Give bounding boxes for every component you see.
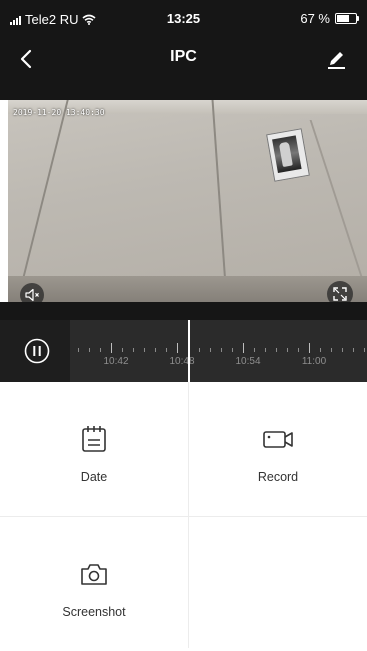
pause-button[interactable] [24,338,50,364]
battery-icon [335,13,359,24]
timeline-label: 10:48 [169,356,195,367]
video-bottom-bar [0,302,367,320]
nav-bar: IPC [0,36,367,82]
timeline-minor-tick [265,348,266,352]
timeline-minor-tick [199,348,200,352]
timeline-minor-tick [298,348,299,352]
video-wall-seam [19,100,69,290]
timeline-minor-tick [353,348,354,352]
video-feed[interactable] [8,100,367,302]
timeline-minor-tick [122,348,123,352]
pencil-icon [328,52,345,69]
page-title: IPC [170,48,197,65]
pause-area [0,320,70,382]
status-bar: Tele2 RU 13:25 67 % [0,0,367,36]
timeline-label: 10:42 [103,356,129,367]
timeline-minor-tick [100,348,101,352]
timeline-minor-tick [78,348,79,352]
record-label: Record [257,470,299,484]
timeline-label: 10:54 [235,356,261,367]
video-timestamp: 2019-11-20 13:40:30 [13,108,105,117]
timeline-minor-tick [133,348,134,352]
timeline-ticks: 10:42 10:48 10:54 11:00 [70,320,367,382]
date-label: Date [80,470,108,484]
timeline-major-tick [177,343,178,353]
timeline-major-tick [111,343,112,353]
video-wall-seam [211,100,227,285]
timeline-minor-tick [232,348,233,352]
date-button[interactable]: Date [0,382,188,516]
timeline-minor-tick [144,348,145,352]
action-grid: Date Record Screenshot [0,382,367,648]
timeline-minor-tick [89,348,90,352]
timeline-playhead[interactable] [188,320,190,382]
battery-fill [337,15,349,22]
timeline-minor-tick [331,348,332,352]
pause-icon [24,338,50,364]
timeline-minor-tick [155,348,156,352]
timeline-label: 11:00 [301,356,327,367]
timeline-minor-tick [254,348,255,352]
edit-button[interactable] [321,44,351,74]
timeline-minor-tick [342,348,343,352]
video-floor [8,276,367,302]
timeline-minor-tick [166,348,167,352]
playback-timeline[interactable]: 10:42 10:48 10:54 11:00 [0,320,367,382]
status-right: 67 % [300,11,359,26]
screenshot-button[interactable]: Screenshot [0,517,188,651]
timeline-minor-tick [210,348,211,352]
timeline-minor-tick [364,348,365,352]
video-wall-seam [309,120,367,295]
timeline-minor-tick [276,348,277,352]
video-camera-icon [263,431,293,448]
calendar-icon [82,426,106,452]
timeline-major-tick [243,343,244,353]
timeline-minor-tick [320,348,321,352]
timeline-minor-tick [221,348,222,352]
timeline-major-tick [309,343,310,353]
camera-icon [81,564,107,585]
timeline-minor-tick [287,348,288,352]
screenshot-label: Screenshot [62,605,126,619]
battery-percent: 67 % [300,11,330,26]
record-button[interactable]: Record [189,382,367,516]
